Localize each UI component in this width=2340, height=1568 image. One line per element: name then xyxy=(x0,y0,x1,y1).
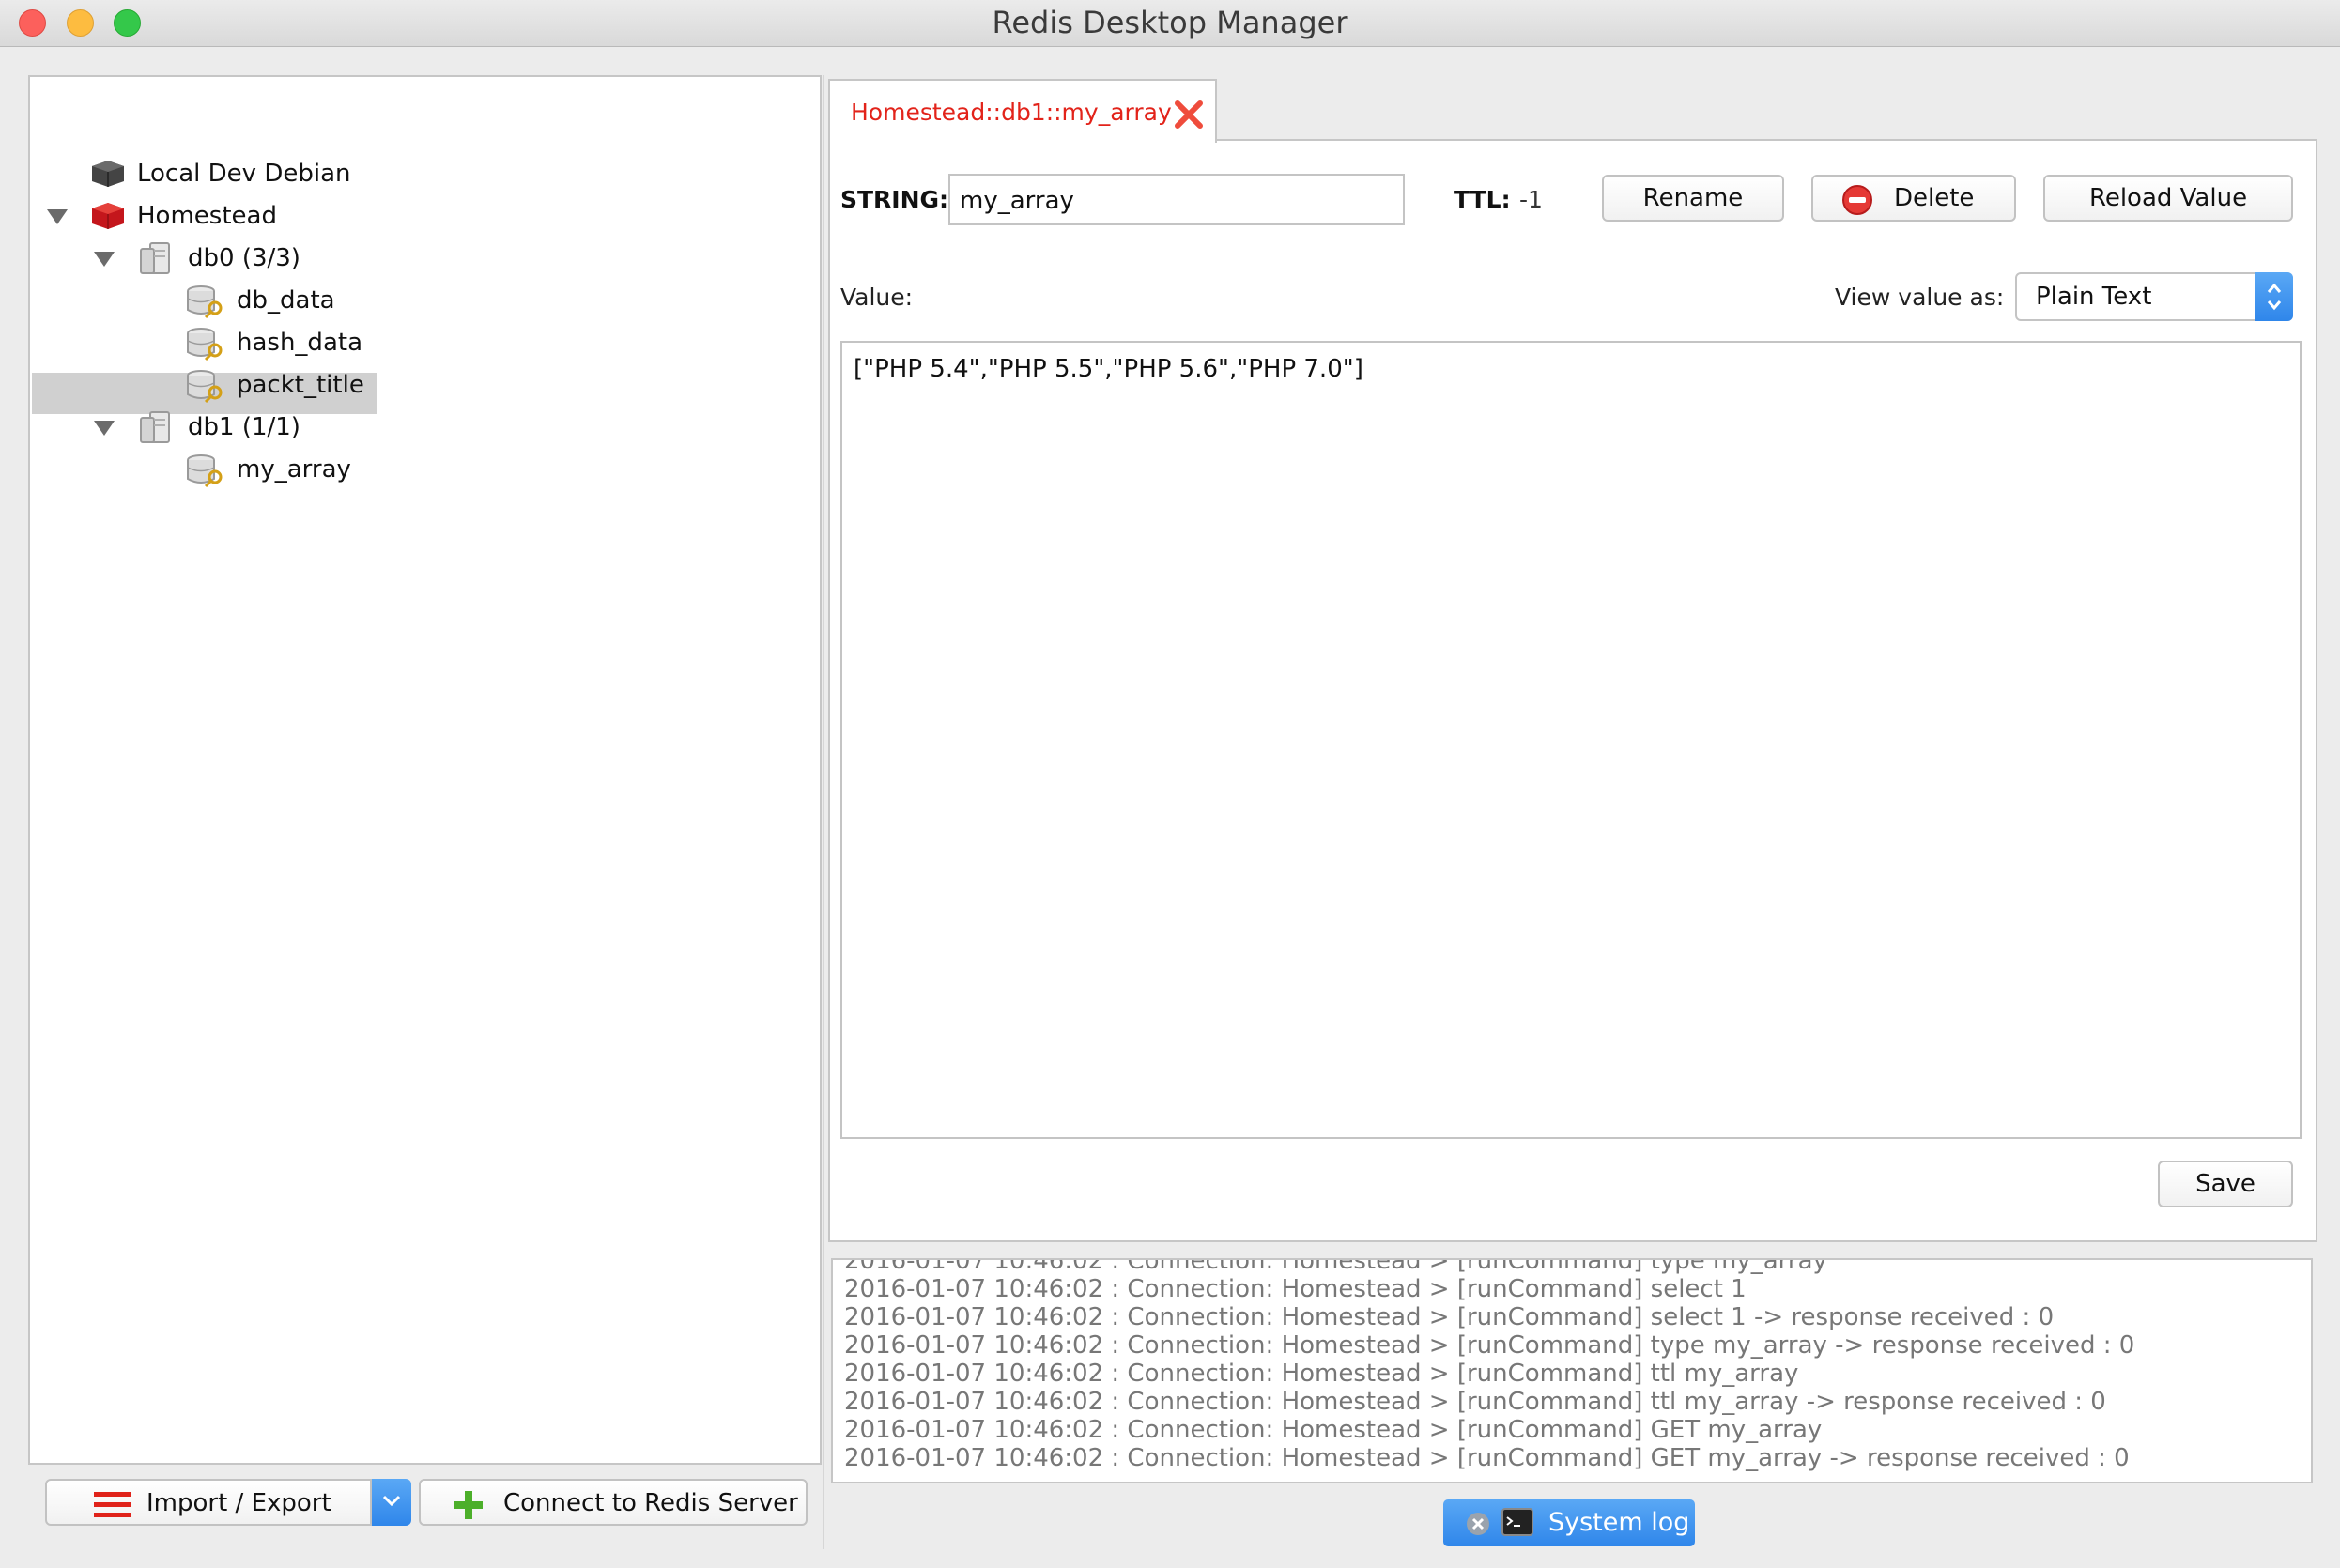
key-type-label: STRING: xyxy=(840,186,949,213)
log-line: 2016-01-07 10:46:02 : Connection: Homest… xyxy=(844,1388,2106,1416)
expand-triangle-icon[interactable] xyxy=(94,252,115,267)
chevron-up-down-icon xyxy=(2267,283,2282,311)
delete-icon xyxy=(1842,185,1872,215)
database-icon xyxy=(140,242,170,274)
tree-item-homestead[interactable]: Homestead xyxy=(30,195,819,237)
close-log-icon[interactable] xyxy=(1466,1512,1490,1536)
log-line: 2016-01-07 10:46:02 : Connection: Homest… xyxy=(844,1258,1827,1275)
key-name-field[interactable]: my_array xyxy=(948,174,1405,225)
tree-item-key-hash-data[interactable]: hash_data xyxy=(30,322,819,363)
terminal-icon xyxy=(1501,1508,1533,1536)
tree-item-db0[interactable]: db0 (3/3) xyxy=(30,238,819,279)
save-button[interactable]: Save xyxy=(2158,1161,2293,1207)
connection-tree[interactable]: Local Dev Debian Homestead db0 (3/3) db_… xyxy=(28,75,822,1465)
log-line: 2016-01-07 10:46:02 : Connection: Homest… xyxy=(844,1331,2135,1360)
title-bar: Redis Desktop Manager xyxy=(0,0,2340,47)
chevron-down-icon xyxy=(382,1495,401,1507)
value-editor[interactable]: ["PHP 5.4","PHP 5.5","PHP 5.6","PHP 7.0"… xyxy=(840,341,2302,1139)
import-export-button[interactable]: Import / Export xyxy=(45,1479,372,1526)
view-value-as-label: View value as: xyxy=(1835,284,2005,311)
log-line: 2016-01-07 10:46:02 : Connection: Homest… xyxy=(844,1444,2130,1472)
window-title: Redis Desktop Manager xyxy=(992,5,1348,40)
close-tab-icon[interactable] xyxy=(1174,100,1204,130)
plus-icon xyxy=(454,1491,483,1519)
panel-splitter[interactable] xyxy=(823,75,824,1549)
tree-item-key-packt-title[interactable]: packt_title xyxy=(30,364,819,406)
delete-button[interactable]: Delete xyxy=(1811,175,2016,222)
ttl-label: TTL: xyxy=(1454,186,1511,213)
system-log-tab[interactable]: System log xyxy=(1443,1499,1695,1546)
tree-item-local-dev-debian[interactable]: Local Dev Debian xyxy=(30,153,819,194)
select-stepper[interactable] xyxy=(2255,272,2293,321)
expand-triangle-icon[interactable] xyxy=(94,421,115,436)
tab-homestead-db1-my-array[interactable]: Homestead::db1::my_array xyxy=(828,79,1217,143)
key-icon xyxy=(187,328,223,361)
reload-value-button[interactable]: Reload Value xyxy=(2043,175,2293,222)
log-line: 2016-01-07 10:46:02 : Connection: Homest… xyxy=(844,1303,2055,1331)
system-log-output[interactable]: 2016-01-07 10:46:02 : Connection: Homest… xyxy=(831,1258,2313,1483)
key-icon xyxy=(187,285,223,319)
tree-item-db1[interactable]: db1 (1/1) xyxy=(30,407,819,448)
key-icon xyxy=(187,454,223,488)
log-line: 2016-01-07 10:46:02 : Connection: Homest… xyxy=(844,1275,1747,1303)
redis-server-icon xyxy=(92,203,124,229)
value-label: Value: xyxy=(840,284,914,311)
view-value-as-select[interactable]: Plain Text xyxy=(2015,272,2293,321)
ttl-value: -1 xyxy=(1519,186,1543,213)
connect-redis-server-button[interactable]: Connect to Redis Server xyxy=(419,1479,808,1526)
tree-item-key-db-data[interactable]: db_data xyxy=(30,280,819,321)
log-line: 2016-01-07 10:46:02 : Connection: Homest… xyxy=(844,1360,1799,1388)
server-icon xyxy=(92,161,124,187)
log-line: 2016-01-07 10:46:02 : Connection: Homest… xyxy=(844,1416,1823,1444)
expand-triangle-icon[interactable] xyxy=(47,209,68,224)
database-icon xyxy=(140,411,170,443)
import-export-dropdown-button[interactable] xyxy=(372,1479,411,1526)
tree-item-key-my-array[interactable]: my_array xyxy=(30,449,819,490)
key-icon xyxy=(187,370,223,404)
menu-lines-icon xyxy=(94,1492,131,1517)
rename-button[interactable]: Rename xyxy=(1602,175,1784,222)
